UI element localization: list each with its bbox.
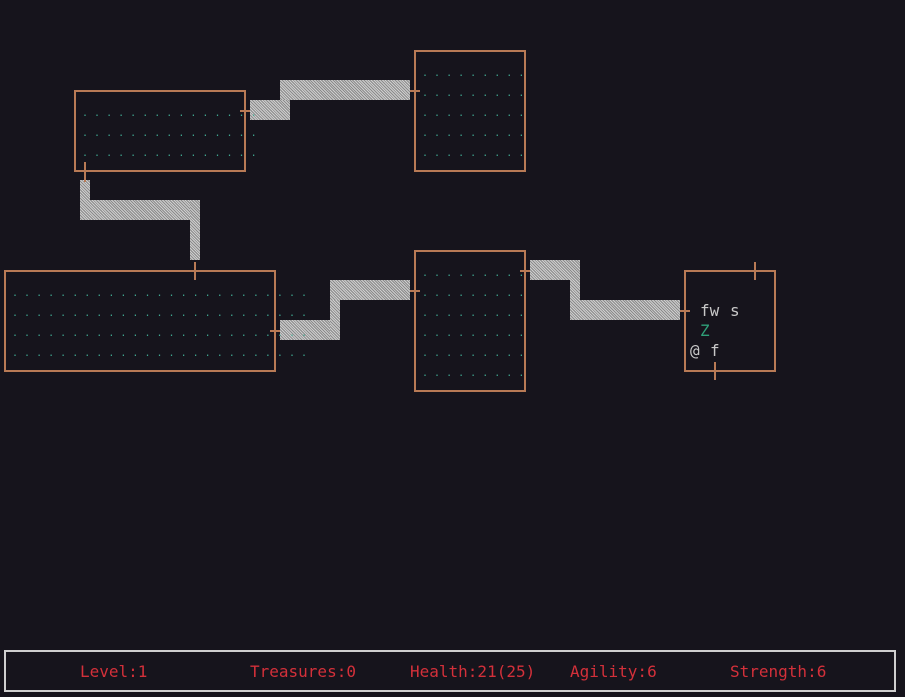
door: [410, 290, 420, 292]
health-stat: Health:21(25): [410, 662, 536, 681]
room-floor: . . . . . . . . . . . . . . . . . . . . …: [422, 268, 525, 379]
corridor-segment: [570, 300, 680, 320]
door: [680, 310, 690, 312]
door: [410, 90, 420, 92]
room-left: . . . . . . . . . . . . . . . . . . . . …: [4, 270, 307, 372]
door: [84, 162, 86, 182]
monster-s: s: [730, 301, 740, 320]
item-f: f: [710, 341, 720, 360]
agility-stat: Agility:6: [570, 662, 657, 681]
room-center: . . . . . . . . . . . . . . . . . . . . …: [414, 250, 526, 392]
room-floor: . . . . . . . . . . . . . . . . . . . . …: [12, 288, 308, 359]
corridor-segment: [80, 200, 200, 220]
status-bar: Level:1 Treasures:0 Health:21(25) Agilit…: [4, 650, 896, 692]
room-floor: . . . . . . . . . . . . . . . . . . . . …: [82, 108, 257, 159]
room-top-middle: . . . . . . . . . . . . . . . . . . . . …: [414, 50, 526, 172]
strength-stat: Strength:6: [730, 662, 827, 681]
door: [194, 262, 196, 280]
corridor-segment: [280, 80, 410, 100]
door: [520, 270, 530, 272]
player-avatar: @: [690, 341, 700, 360]
room-top-left: . . . . . . . . . . . . . . . . . . . . …: [74, 90, 257, 172]
item-fw: fw: [700, 301, 720, 320]
monster-zombie: Z: [700, 321, 710, 340]
corridor-segment: [330, 280, 410, 300]
door: [754, 262, 756, 280]
door: [240, 110, 250, 112]
room-floor: . . . . . . . . . . . . . . . . . . . . …: [422, 68, 525, 159]
door: [714, 362, 716, 380]
dungeon-map: . . . . . . . . . . . . . . . . . . . . …: [0, 0, 905, 645]
door: [270, 330, 280, 332]
treasures-stat: Treasures:0: [250, 662, 356, 681]
level-stat: Level:1: [80, 662, 148, 681]
corridor-segment: [190, 200, 200, 260]
